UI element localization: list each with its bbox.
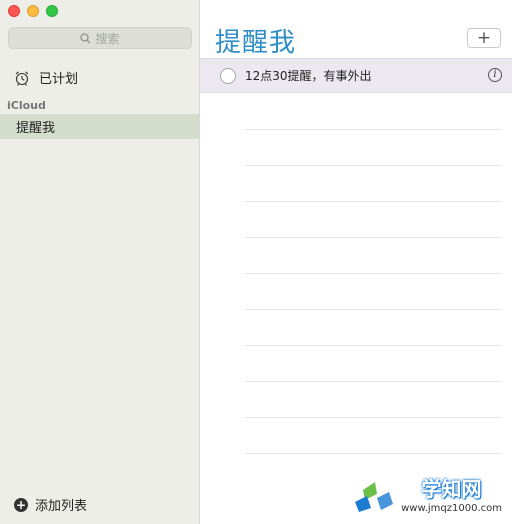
empty-row-divider [245, 165, 502, 166]
watermark-title: 学知网 [421, 477, 482, 501]
watermark: 学知网 www.jmqz1000.com [353, 473, 502, 514]
watermark-logo-icon [355, 482, 394, 512]
reminder-text[interactable]: 12点30提醒，有事外出 [245, 67, 372, 84]
reminders-main: 提醒我 + 12点30提醒，有事外出 i 学知网 www.jmqz1000.co… [200, 0, 512, 524]
close-button[interactable] [8, 5, 20, 17]
add-list-button[interactable]: + 添加列表 [14, 495, 87, 514]
scheduled-label: 已计划 [39, 72, 79, 87]
sidebar-item-reminders[interactable]: 提醒我 [0, 114, 200, 139]
reminder-row[interactable]: 12点30提醒，有事外出 i [200, 58, 512, 93]
add-reminder-button[interactable]: + [467, 28, 501, 48]
search-icon [80, 32, 91, 43]
empty-row-divider [245, 201, 502, 202]
add-list-label: 添加列表 [35, 499, 88, 514]
empty-row-divider [245, 417, 502, 418]
alarm-clock-icon [15, 70, 29, 86]
sidebar: 搜索 已计划 iCloud 提醒我 + 添加列表 [0, 0, 200, 524]
empty-row-divider [245, 453, 502, 454]
icloud-group-label: iCloud [7, 99, 46, 112]
search-placeholder: 搜索 [95, 31, 120, 46]
window-controls [8, 5, 58, 17]
watermark-text: 学知网 www.jmqz1000.com [401, 473, 502, 514]
info-icon[interactable]: i [488, 68, 502, 82]
watermark-url: www.jmqz1000.com [401, 503, 502, 514]
minimize-button[interactable] [27, 5, 39, 17]
empty-row-divider [245, 381, 502, 382]
search-input[interactable]: 搜索 [8, 27, 192, 49]
empty-row-divider [245, 345, 502, 346]
page-title: 提醒我 [215, 28, 297, 58]
zoom-button[interactable] [46, 5, 58, 17]
reminder-checkbox[interactable] [220, 67, 236, 84]
empty-row-divider [245, 237, 502, 238]
scheduled-list[interactable]: 已计划 [14, 68, 78, 87]
plus-circle-icon: + [14, 497, 28, 512]
sidebar-item-label: 提醒我 [16, 121, 56, 136]
empty-row-divider [245, 129, 502, 130]
empty-row-divider [245, 273, 502, 274]
empty-row-divider [245, 309, 502, 310]
reminders-window: 搜索 已计划 iCloud 提醒我 + 添加列表 提醒我 + 12点30提醒，有… [0, 0, 512, 524]
